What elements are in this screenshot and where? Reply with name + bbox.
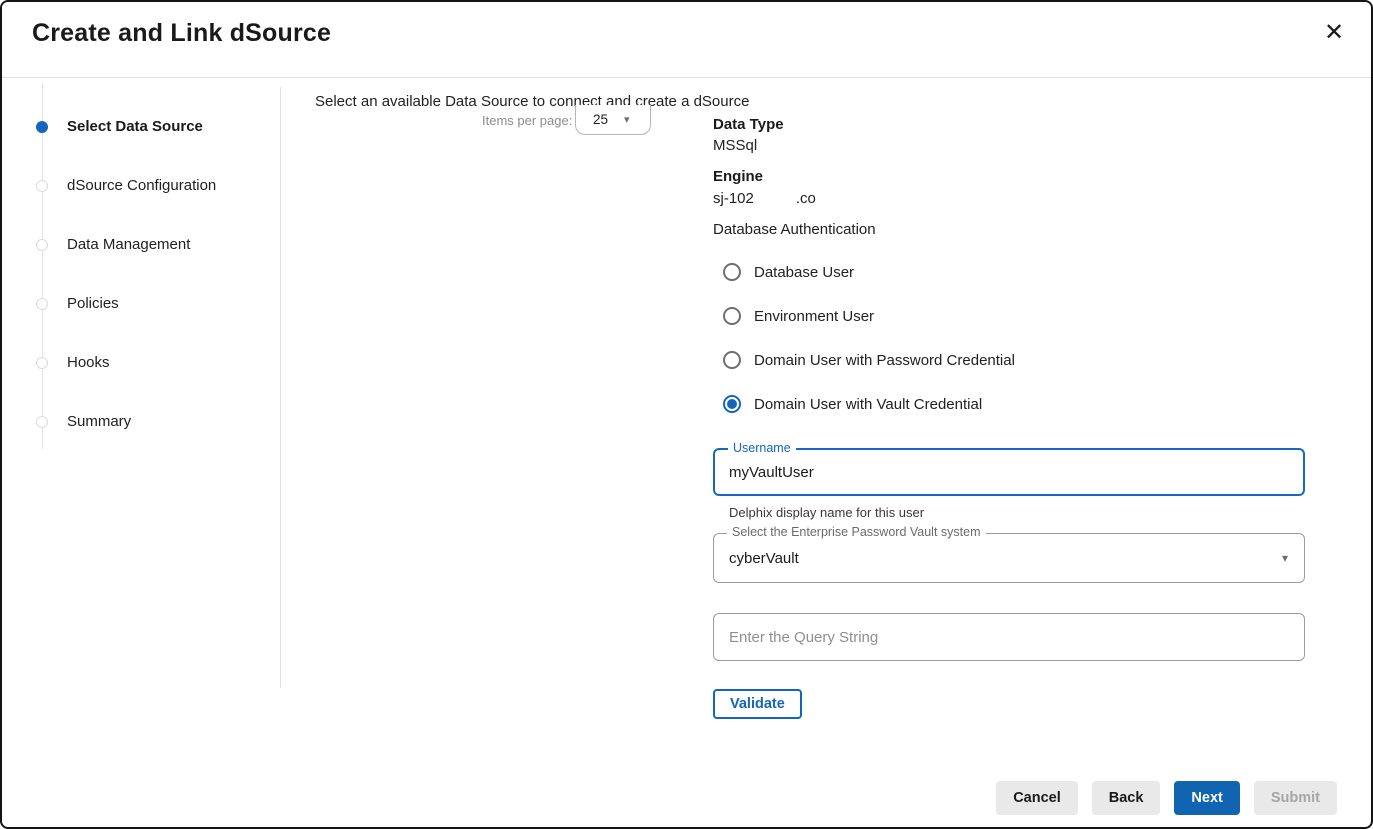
radio-label: Environment User [754,308,874,325]
items-per-page-select[interactable]: 25 ▾ [575,105,651,135]
engine-value-prefix: sj-102 [713,190,754,207]
create-and-link-dsource-dialog: Create and Link dSource ✕ Select Data So… [0,0,1373,829]
radio-unselected-icon [723,263,741,281]
dialog-header: Create and Link dSource ✕ [2,2,1371,78]
page-instruction: Select an available Data Source to conne… [315,93,749,110]
dialog-title: Create and Link dSource [32,19,331,48]
step-label: dSource Configuration [67,177,216,194]
username-input[interactable] [729,450,1289,494]
username-field-wrapper: Username [713,448,1305,496]
validate-button[interactable]: Validate [713,689,802,719]
chevron-down-icon: ▾ [1282,551,1288,565]
next-button[interactable]: Next [1174,781,1239,815]
query-string-field-wrapper [713,613,1305,661]
close-icon[interactable]: ✕ [1318,16,1350,48]
username-helper-text: Delphix display name for this user [729,505,924,520]
chevron-down-icon: ▾ [624,113,630,126]
step-dot-active [36,121,48,133]
wizard-stepper: Select Data Source dSource Configuration… [2,97,280,451]
engine-label: Engine [713,168,763,185]
stepper-step-select-data-source[interactable]: Select Data Source [2,97,280,156]
vault-system-select[interactable]: Select the Enterprise Password Vault sys… [713,533,1305,583]
radio-domain-user-password-credential[interactable]: Domain User with Password Credential [713,338,1305,382]
stepper-step-policies[interactable]: Policies [2,274,280,333]
sidebar-divider [280,87,281,688]
cancel-button[interactable]: Cancel [996,781,1078,815]
back-button[interactable]: Back [1092,781,1161,815]
radio-label: Domain User with Password Credential [754,352,1015,369]
step-label: Policies [67,295,119,312]
dialog-footer-actions: Cancel Back Next Submit [996,781,1337,815]
radio-label: Domain User with Vault Credential [754,396,982,413]
step-dot [36,180,48,192]
vault-select-value: cyberVault [729,550,799,567]
auth-radio-group: Database User Environment User Domain Us… [713,250,1305,426]
step-label: Hooks [67,354,110,371]
radio-environment-user[interactable]: Environment User [713,294,1305,338]
submit-button[interactable]: Submit [1254,781,1337,815]
items-per-page-label: Items per page: [482,113,572,128]
stepper-step-summary[interactable]: Summary [2,392,280,451]
step-dot [36,416,48,428]
database-authentication-label: Database Authentication [713,221,876,238]
step-dot [36,298,48,310]
stepper-step-data-management[interactable]: Data Management [2,215,280,274]
radio-selected-icon [723,395,741,413]
stepper-step-dsource-configuration[interactable]: dSource Configuration [2,156,280,215]
vault-select-label: Select the Enterprise Password Vault sys… [727,525,986,540]
data-type-value: MSSql [713,137,757,154]
step-label: Summary [67,413,131,430]
radio-label: Database User [754,264,854,281]
step-label: Data Management [67,236,190,253]
query-string-input[interactable] [729,614,1289,660]
step-dot [36,239,48,251]
radio-domain-user-vault-credential[interactable]: Domain User with Vault Credential [713,382,1305,426]
engine-value-suffix: .co [796,190,816,207]
items-per-page-value: 25 [593,112,608,127]
step-dot [36,357,48,369]
data-type-label: Data Type [713,116,784,133]
radio-unselected-icon [723,351,741,369]
engine-value: sj-102 .co [713,190,816,207]
radio-unselected-icon [723,307,741,325]
step-label: Select Data Source [67,118,203,135]
radio-database-user[interactable]: Database User [713,250,1305,294]
stepper-step-hooks[interactable]: Hooks [2,333,280,392]
